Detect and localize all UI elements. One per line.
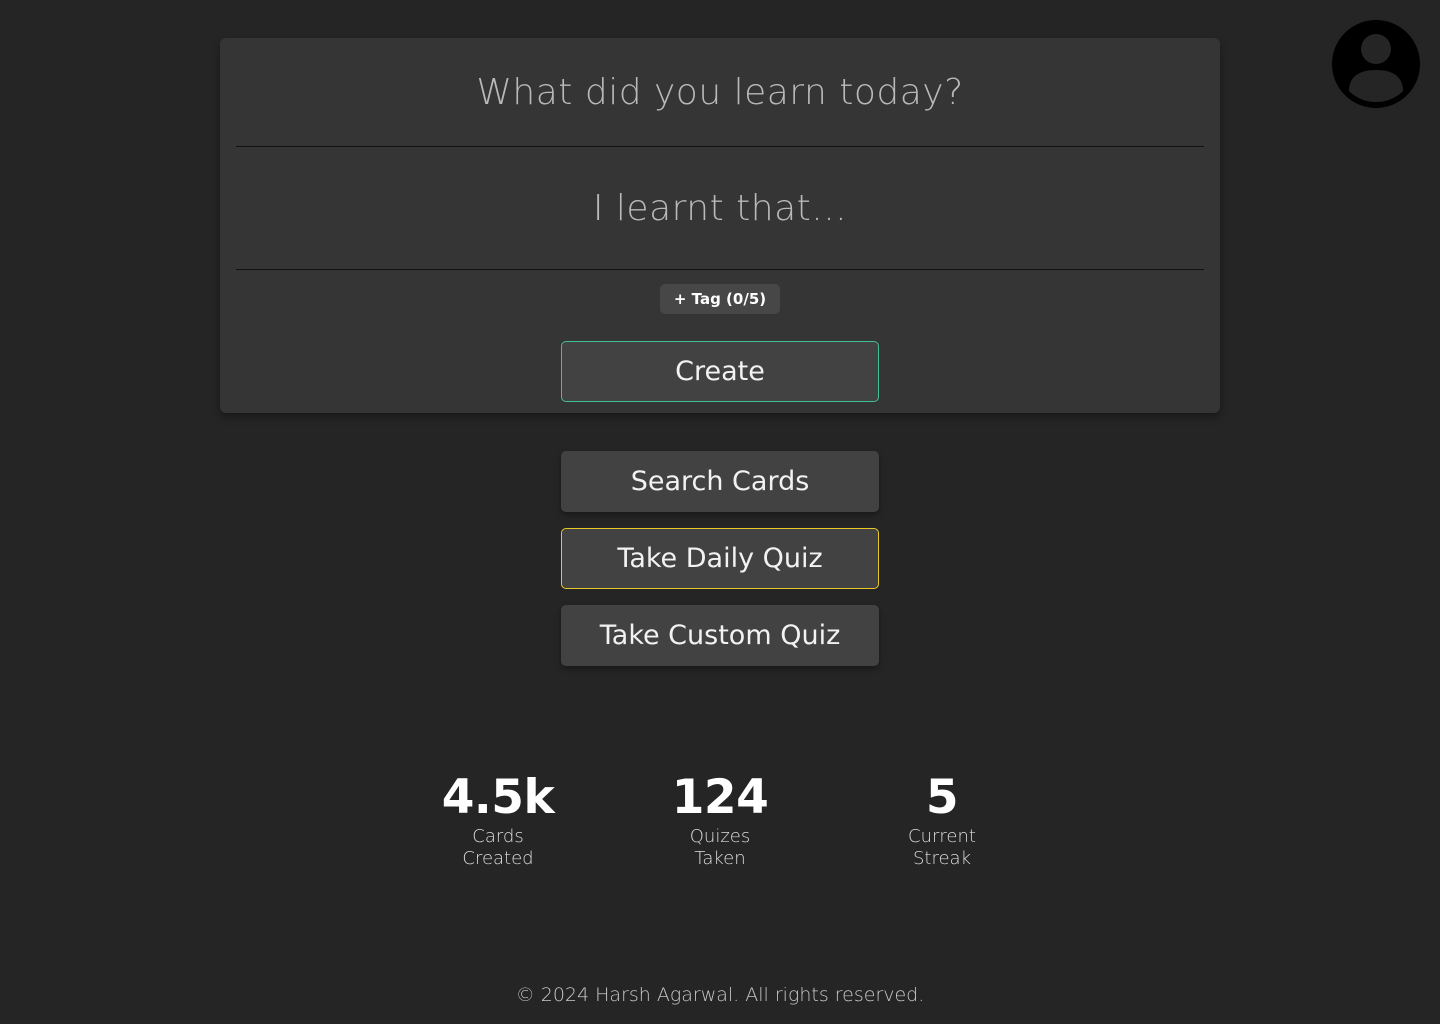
stats-summary: 4.5k Cards Created 124 Quizes Taken 5 Cu… xyxy=(0,770,1440,880)
footer-copyright: © 2024 Harsh Agarwal. All rights reserve… xyxy=(515,984,925,1006)
stat-label: Current Streak xyxy=(908,826,976,869)
take-custom-quiz-button[interactable]: Take Custom Quiz xyxy=(561,605,879,666)
stat-quizes-taken: 124 Quizes Taken xyxy=(620,770,820,870)
stat-value: 5 xyxy=(925,770,959,825)
add-tag-button[interactable]: + Tag (0/5) xyxy=(660,284,780,314)
stat-value: 124 xyxy=(671,770,769,825)
take-daily-quiz-button[interactable]: Take Daily Quiz xyxy=(561,528,879,589)
stat-label: Cards Created xyxy=(462,826,534,869)
home-page: + Tag (0/5) Create Search Cards Take Dai… xyxy=(0,0,1440,1024)
stat-current-streak: 5 Current Streak xyxy=(842,770,1042,870)
search-cards-button[interactable]: Search Cards xyxy=(561,451,879,512)
card-body-input[interactable] xyxy=(236,147,1204,270)
card-title-input[interactable] xyxy=(236,38,1204,147)
user-avatar-icon-graphic xyxy=(1332,20,1420,108)
stat-cards-created: 4.5k Cards Created xyxy=(398,770,598,870)
stat-label: Quizes Taken xyxy=(689,826,751,869)
stat-value: 4.5k xyxy=(441,770,555,825)
user-avatar-icon[interactable] xyxy=(1332,20,1420,108)
new-card-composer: + Tag (0/5) Create xyxy=(220,38,1220,413)
create-card-button[interactable]: Create xyxy=(561,341,879,402)
